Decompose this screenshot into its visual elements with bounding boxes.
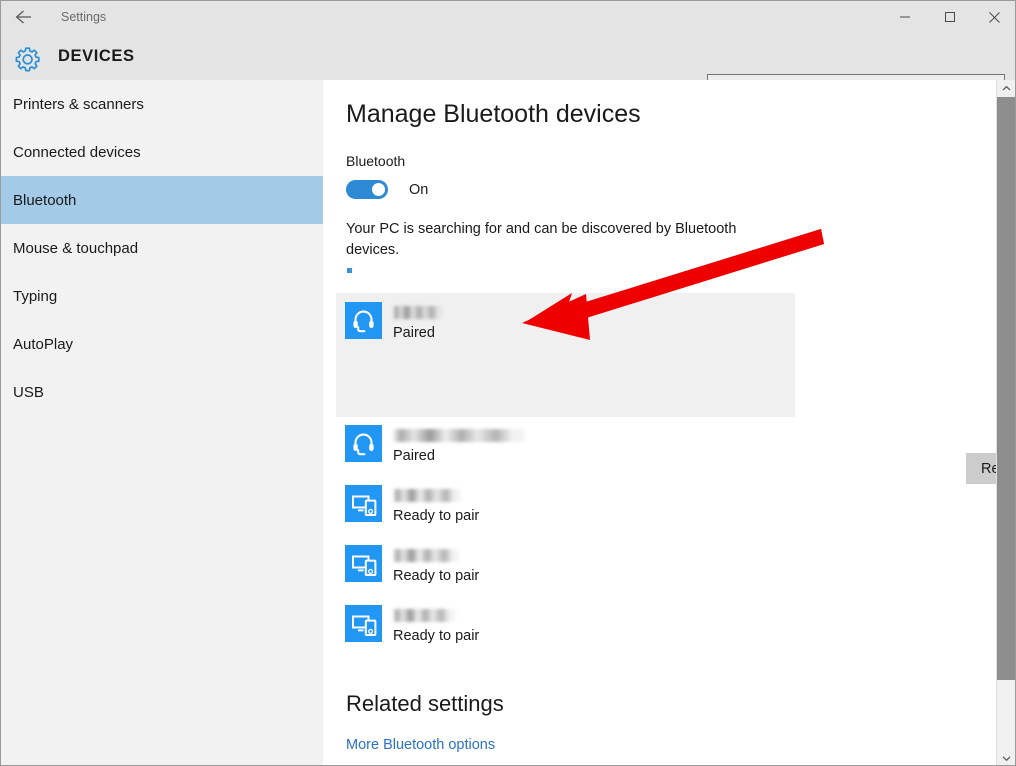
bluetooth-section-label: Bluetooth [346,153,405,169]
device-status-label: Ready to pair [393,568,479,584]
more-bluetooth-options-link[interactable]: More Bluetooth options [346,737,495,753]
gear-icon [10,43,44,77]
maximize-button[interactable] [927,1,972,33]
sidebar-item-label: Printers & scanners [1,96,144,113]
device-name-redacted [393,609,455,622]
sidebar-item-autoplay[interactable]: AutoPlay [1,320,323,368]
pc-phone-icon [345,545,382,582]
window-title: Settings [61,1,106,33]
device-status-label: Ready to pair [393,628,479,644]
back-arrow-icon [14,9,36,25]
close-button[interactable] [972,1,1016,33]
close-icon [988,11,1001,24]
vertical-scrollbar[interactable] [996,80,1015,766]
device-list-item[interactable]: Ready to pair [345,545,765,605]
scroll-down-button[interactable] [997,750,1015,766]
page-category-title: DEVICES [58,33,135,80]
device-name-redacted [393,429,525,442]
headset-icon [345,302,382,339]
sidebar-item-connected-devices[interactable]: Connected devices [1,128,323,176]
toggle-state-label: On [409,182,428,198]
progress-dot-icon [347,268,352,273]
device-list-item[interactable]: Ready to pair [345,485,765,545]
device-name-redacted [393,489,461,502]
device-list-item[interactable]: Paired [345,302,785,362]
back-button[interactable] [2,1,48,33]
device-list-item[interactable]: Paired [345,425,765,485]
maximize-icon [944,11,956,23]
bluetooth-toggle-row: On [346,180,428,199]
sidebar-item-bluetooth[interactable]: Bluetooth [1,176,323,224]
sidebar-item-label: Mouse & touchpad [1,240,138,257]
sidebar-item-label: USB [1,384,44,401]
remove-device-button[interactable]: Remove device [966,453,996,484]
device-name-redacted [393,549,459,562]
sidebar: Printers & scanners Connected devices Bl… [1,80,323,766]
device-list-item[interactable]: Ready to pair [345,605,765,665]
pc-phone-icon [345,485,382,522]
device-name-redacted [393,306,443,319]
selected-device-card[interactable]: Paired [336,293,795,417]
discovery-status-text: Your PC is searching for and can be disc… [346,219,756,261]
sidebar-item-typing[interactable]: Typing [1,272,323,320]
device-status-label: Ready to pair [393,508,479,524]
settings-window: Settings [0,0,1016,766]
headset-icon [345,425,382,462]
bluetooth-toggle[interactable] [346,180,388,199]
related-settings-title: Related settings [346,691,504,717]
device-status-label: Paired [393,325,435,341]
sidebar-item-label: Connected devices [1,144,141,161]
pc-phone-icon [345,605,382,642]
window-controls [882,1,1016,33]
sidebar-item-usb[interactable]: USB [1,368,323,416]
minimize-button[interactable] [882,1,927,33]
content-pane: Manage Bluetooth devices Bluetooth On Yo… [323,80,996,766]
chevron-up-icon [1002,85,1011,92]
sidebar-item-label: Bluetooth [1,192,76,209]
toggle-knob [372,183,385,196]
minimize-icon [899,11,911,23]
scrollbar-thumb[interactable] [997,97,1015,680]
device-status-label: Paired [393,448,435,464]
sidebar-item-label: AutoPlay [1,336,73,353]
app-header: DEVICES [1,33,1016,80]
scroll-up-button[interactable] [997,80,1015,97]
page-title: Manage Bluetooth devices [346,100,641,129]
chevron-down-icon [1002,755,1011,762]
sidebar-item-mouse-touchpad[interactable]: Mouse & touchpad [1,224,323,272]
sidebar-item-printers-scanners[interactable]: Printers & scanners [1,80,323,128]
title-bar: Settings [1,1,1016,33]
sidebar-item-label: Typing [1,288,57,305]
